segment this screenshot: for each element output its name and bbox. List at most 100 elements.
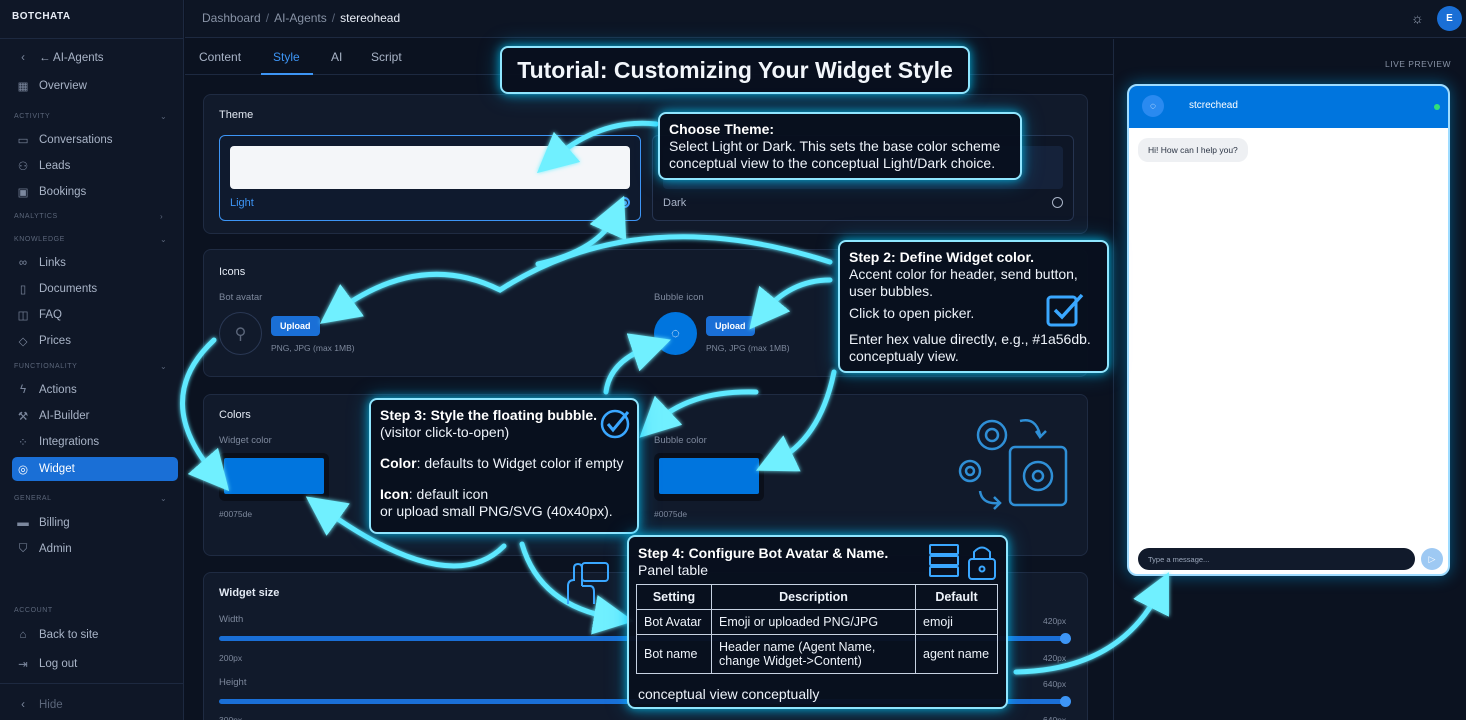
table-cell: emoji — [915, 609, 998, 635]
sidebar-item-conversations[interactable]: ▭ Conversations — [12, 128, 178, 152]
users-icon: ⚇ — [17, 161, 29, 173]
breadcrumb-separator: / — [331, 11, 336, 25]
sidebar-item-billing[interactable]: ▬ Billing — [12, 511, 178, 535]
width-min: 200px — [219, 653, 243, 663]
settings-table: Setting Description Default Bot Avatar E… — [636, 584, 998, 674]
table-row: Bot name Header name (Agent Name, change… — [636, 634, 998, 674]
tab-script[interactable]: Script — [371, 50, 402, 64]
upload-bot-avatar-button[interactable]: Upload — [271, 316, 320, 336]
theme-option-label: Dark — [663, 197, 687, 209]
callout-key: Color — [380, 455, 417, 471]
sidebar-item-label: Billing — [39, 517, 70, 529]
chevron-down-icon[interactable]: ⌄ — [160, 494, 167, 503]
radio-selected[interactable] — [619, 197, 630, 208]
chat-bubble-icon[interactable]: ◌ — [654, 312, 697, 355]
callout-line: conceptualy view. — [849, 348, 959, 364]
bubble-icon-label: Bubble icon — [654, 292, 704, 303]
hand-pointer-icon — [567, 562, 609, 604]
user-icon[interactable]: ⚲ — [219, 312, 262, 355]
send-icon[interactable]: ▷ — [1421, 548, 1443, 570]
sidebar-item-overview[interactable]: ▦ Overview — [12, 74, 178, 98]
sidebar-item-ai-builder[interactable]: ⚒ AI-Builder — [12, 404, 178, 428]
chevron-down-icon[interactable]: ⌄ — [160, 112, 167, 121]
live-preview-label: LIVE PREVIEW — [1385, 59, 1451, 69]
home-icon: ⌂ — [19, 629, 27, 641]
sidebar-item-faq[interactable]: ◫ FAQ — [12, 303, 178, 327]
sidebar-item-back-to-site[interactable]: ⌂ Back to site — [12, 623, 178, 647]
avatar[interactable]: E — [1437, 6, 1462, 31]
width-max: 420px — [1043, 653, 1067, 663]
radio-unselected[interactable] — [1052, 197, 1063, 208]
sidebar-item-leads[interactable]: ⚇ Leads — [12, 154, 178, 178]
sidebar-item-label: ← AI-Agents — [39, 52, 104, 64]
chevron-right-icon[interactable]: › — [160, 212, 163, 221]
sidebar-item-label: AI-Builder — [39, 410, 90, 422]
sidebar-item-links[interactable]: ∞ Links — [12, 251, 178, 275]
widget-bot-name: stcrechead — [1189, 100, 1238, 111]
bubble-color-picker[interactable] — [654, 453, 764, 501]
callout-line: (visitor click-to-open) — [380, 424, 510, 440]
callout-line: Enter hex value directly, e.g., #1a56db. — [849, 331, 1091, 347]
grid-icon: ▦ — [17, 81, 29, 93]
sidebar-item-label: Log out — [39, 658, 78, 670]
app-root: BOTCHATA ‹ ← AI-Agents ▦ Overview ACTIVI… — [0, 0, 1466, 720]
chevron-down-icon[interactable]: ⌄ — [160, 235, 167, 244]
tab-style[interactable]: Style — [273, 50, 300, 64]
section-label-functionality: FUNCTIONALITY — [14, 363, 78, 370]
callout-line: or upload small PNG/SVG (40x40px). — [380, 503, 613, 519]
callout-heading: Choose Theme: — [669, 121, 775, 137]
callout-choose-theme: Choose Theme: Select Light or Dark. This… — [658, 112, 1022, 180]
sidebar-item-documents[interactable]: ▯ Documents — [12, 277, 178, 301]
sidebar: BOTCHATA ‹ ← AI-Agents ▦ Overview ACTIVI… — [0, 0, 184, 720]
logout-icon: ⇥ — [18, 659, 28, 671]
sidebar-item-prices[interactable]: ◇ Prices — [12, 329, 178, 353]
section-label-knowledge: KNOWLEDGE — [14, 236, 65, 243]
height-slider-handle[interactable] — [1060, 696, 1071, 707]
sidebar-item-actions[interactable]: ϟ Actions — [12, 378, 178, 402]
breadcrumb-ai-agents[interactable]: AI-Agents — [274, 11, 327, 25]
section-label-analytics: ANALYTICS — [14, 213, 58, 220]
sidebar-item-widget[interactable]: ◎ Widget — [12, 457, 178, 481]
breadcrumb-current: stereohead — [340, 11, 401, 25]
upload-hint: PNG, JPG (max 1MB) — [271, 343, 355, 353]
theme-option-light[interactable]: Light — [219, 135, 641, 221]
puzzle-icon: ⁘ — [18, 437, 28, 449]
section-label-activity: ACTIVITY — [14, 113, 51, 120]
chevron-left-icon: ‹ — [21, 52, 25, 64]
callout-line: Accent color for header, send button, — [849, 266, 1078, 282]
sun-icon[interactable]: ☼ — [1411, 10, 1424, 26]
breadcrumb-dashboard[interactable]: Dashboard — [202, 11, 261, 25]
settings-safe-icon — [958, 419, 1068, 510]
sidebar-item-bookings[interactable]: ▣ Bookings — [12, 180, 178, 204]
sidebar-hide-button[interactable]: ‹ Hide — [12, 693, 178, 717]
sidebar-item-label: Prices — [39, 335, 71, 347]
sidebar-item-integrations[interactable]: ⁘ Integrations — [12, 430, 178, 454]
bubble-color-label: Bubble color — [654, 435, 707, 446]
message-input[interactable]: Type a message... — [1138, 548, 1415, 570]
upload-bubble-icon-button[interactable]: Upload — [706, 316, 755, 336]
sidebar-back-link[interactable]: ‹ ← AI-Agents — [12, 46, 178, 70]
callout-footer: conceptual view conceptually — [638, 686, 820, 702]
theme-light-preview — [230, 146, 630, 189]
sidebar-item-admin[interactable]: ⛉ Admin — [12, 537, 178, 561]
sidebar-item-log-out[interactable]: ⇥ Log out — [12, 652, 178, 676]
tab-active-indicator — [261, 73, 313, 75]
chevron-down-icon[interactable]: ⌄ — [160, 362, 167, 371]
widget-color-picker[interactable] — [219, 453, 329, 501]
faq-icon: ◫ — [17, 310, 29, 322]
width-slider-handle[interactable] — [1060, 633, 1071, 644]
tab-ai[interactable]: AI — [331, 50, 342, 64]
widget-color-value: #0075de — [219, 509, 253, 519]
tab-content[interactable]: Content — [199, 50, 241, 64]
divider — [0, 38, 184, 39]
checkbox-icon — [1046, 293, 1084, 327]
online-status-dot — [1434, 104, 1440, 110]
color-swatch — [224, 458, 324, 494]
widget-color-label: Widget color — [219, 435, 272, 446]
bot-avatar-label: Bot avatar — [219, 292, 263, 303]
bot-message-bubble: Hi! How can I help you? — [1138, 138, 1248, 162]
card-icon: ▬ — [17, 517, 29, 529]
width-label: Width — [219, 614, 244, 625]
callout-key: Icon — [380, 486, 409, 502]
panel-title: Widget size — [219, 587, 280, 599]
